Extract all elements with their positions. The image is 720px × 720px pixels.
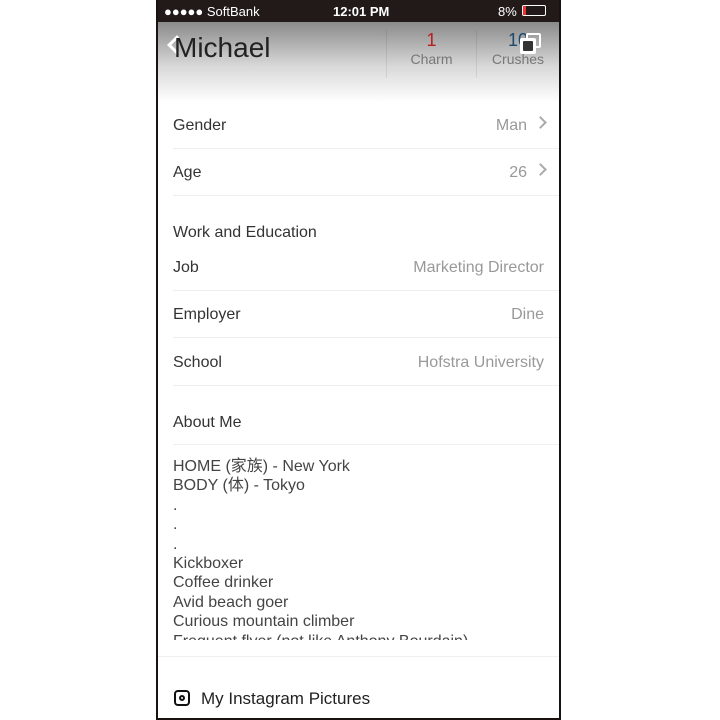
age-row[interactable]: Age 26 bbox=[173, 149, 559, 196]
row-label: Age bbox=[173, 164, 202, 181]
employer-row: Employer Dine bbox=[173, 291, 559, 338]
carrier: ●●●●● SoftBank bbox=[164, 4, 260, 19]
crushes-count: 10 bbox=[507, 30, 529, 50]
about-section-title: About Me bbox=[173, 414, 242, 431]
about-line: . bbox=[173, 535, 178, 553]
crushes-stat[interactable]: 10 Crushes bbox=[476, 30, 559, 78]
charm-stat[interactable]: 1 Charm bbox=[386, 30, 476, 78]
about-line: . bbox=[173, 496, 178, 514]
phone-frame: Michael 1 Charm 10 Crushes ●●●●● SoftBan… bbox=[156, 0, 561, 720]
row-label: Employer bbox=[173, 306, 241, 323]
battery-icon bbox=[522, 5, 546, 16]
instagram-label: My Instagram Pictures bbox=[201, 689, 371, 708]
chevron-right-icon bbox=[534, 163, 547, 176]
row-value: Hofstra University bbox=[417, 354, 544, 371]
profile-header: Michael 1 Charm 10 Crushes bbox=[158, 22, 559, 102]
job-row: Job Marketing Director bbox=[173, 244, 559, 291]
about-line: HOME (家族) - New York bbox=[173, 458, 350, 475]
about-text: HOME (家族) - New York BODY (体) - Tokyo . … bbox=[173, 457, 543, 640]
row-label: Gender bbox=[173, 117, 227, 134]
work-section-title: Work and Education bbox=[173, 224, 317, 241]
chevron-right-icon bbox=[534, 116, 547, 129]
about-line: Avid beach goer bbox=[173, 593, 289, 611]
about-line: Curious mountain climber bbox=[173, 613, 355, 631]
clock: 12:01 PM bbox=[333, 4, 390, 19]
row-value: 26 bbox=[509, 164, 527, 181]
about-line: Frequent flyer (not like Anthony Bourdai… bbox=[173, 632, 543, 640]
instagram-icon bbox=[174, 690, 190, 706]
row-value: Dine bbox=[511, 306, 544, 323]
charm-label: Charm bbox=[410, 51, 453, 67]
divider bbox=[158, 656, 559, 657]
profile-name: Michael bbox=[174, 32, 271, 63]
charm-count: 1 bbox=[426, 30, 437, 50]
about-line: Kickboxer bbox=[173, 555, 244, 573]
about-line: . bbox=[173, 516, 178, 534]
divider bbox=[173, 444, 559, 445]
school-row: School Hofstra University bbox=[173, 339, 559, 386]
status-bar: ●●●●● SoftBank 12:01 PM 8% bbox=[158, 0, 559, 22]
about-line: Coffee drinker bbox=[173, 574, 274, 592]
row-value: Marketing Director bbox=[413, 259, 544, 276]
screen: Michael 1 Charm 10 Crushes ●●●●● SoftBan… bbox=[158, 0, 559, 718]
photos-icon[interactable] bbox=[520, 33, 542, 55]
about-line: BODY (体) - Tokyo bbox=[173, 477, 305, 495]
row-label: School bbox=[173, 354, 222, 371]
row-label: Job bbox=[173, 259, 199, 276]
battery-percent: 8% bbox=[498, 4, 517, 19]
row-value: Man bbox=[495, 117, 527, 134]
crushes-label: Crushes bbox=[491, 51, 545, 67]
gender-row[interactable]: Gender Man bbox=[173, 102, 559, 149]
